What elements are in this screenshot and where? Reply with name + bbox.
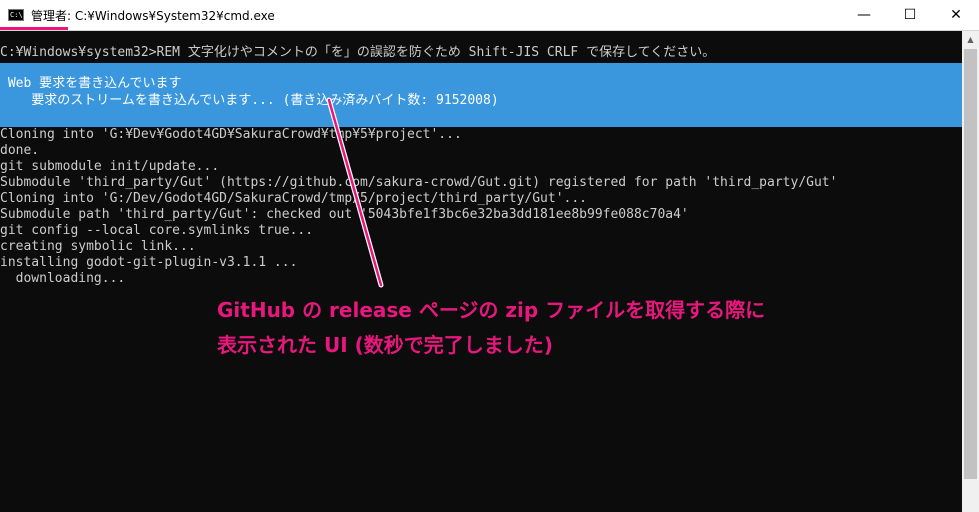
annotation-text-line-2: 表示された UI (数秒で完了しました)	[217, 333, 553, 357]
console-line: git config --local core.symlinks true...	[0, 223, 314, 238]
console-line: creating symbolic link...	[0, 239, 196, 254]
console-line: Cloning into 'G:¥Dev¥Godot4GD¥SakuraCrow…	[0, 127, 462, 142]
close-button[interactable]: ✕	[933, 0, 979, 30]
progress-line-1: Web 要求を書き込んでいます	[0, 76, 182, 91]
progress-line-2: 要求のストリームを書き込んでいます... (書き込み済みバイト数: 915200…	[0, 93, 499, 108]
vertical-scrollbar[interactable]: ▲	[962, 31, 979, 512]
scroll-up-arrow-icon[interactable]: ▲	[962, 31, 979, 48]
prompt-line: C:¥Windows¥system32>REM 文字化けやコメントの「を」の誤認…	[0, 45, 716, 60]
console-line: Submodule 'third_party/Gut' (https://git…	[0, 175, 838, 190]
console-line: downloading...	[0, 271, 126, 286]
console-line: git submodule init/update...	[0, 159, 220, 174]
title-highlight-underline	[0, 27, 68, 30]
annotation-text-line-1: GitHub の release ページの zip ファイルを取得する際に	[217, 298, 766, 322]
maximize-button[interactable]: ☐	[887, 0, 933, 30]
console-line: Submodule path 'third_party/Gut': checke…	[0, 207, 689, 222]
console-line: installing godot-git-plugin-v3.1.1 ...	[0, 255, 298, 270]
minimize-button[interactable]: —	[841, 0, 887, 30]
console-line: done.	[0, 143, 40, 158]
console-output[interactable]: C:¥Windows¥system32>REM 文字化けやコメントの「を」の誤認…	[0, 31, 962, 512]
console-line: Cloning into 'G:/Dev/Godot4GD/SakuraCrow…	[0, 191, 587, 206]
title-bar[interactable]: C:\ 管理者: C:¥Windows¥System32¥cmd.exe — ☐…	[0, 0, 979, 31]
window-title: 管理者: C:¥Windows¥System32¥cmd.exe	[31, 9, 275, 23]
cmd-app-icon[interactable]: C:\	[8, 9, 24, 21]
cmd-window: C:\ 管理者: C:¥Windows¥System32¥cmd.exe — ☐…	[0, 0, 979, 512]
web-request-progress-box: Web 要求を書き込んでいます 要求のストリームを書き込んでいます... (書き…	[0, 63, 962, 127]
scroll-thumb[interactable]	[964, 49, 977, 479]
